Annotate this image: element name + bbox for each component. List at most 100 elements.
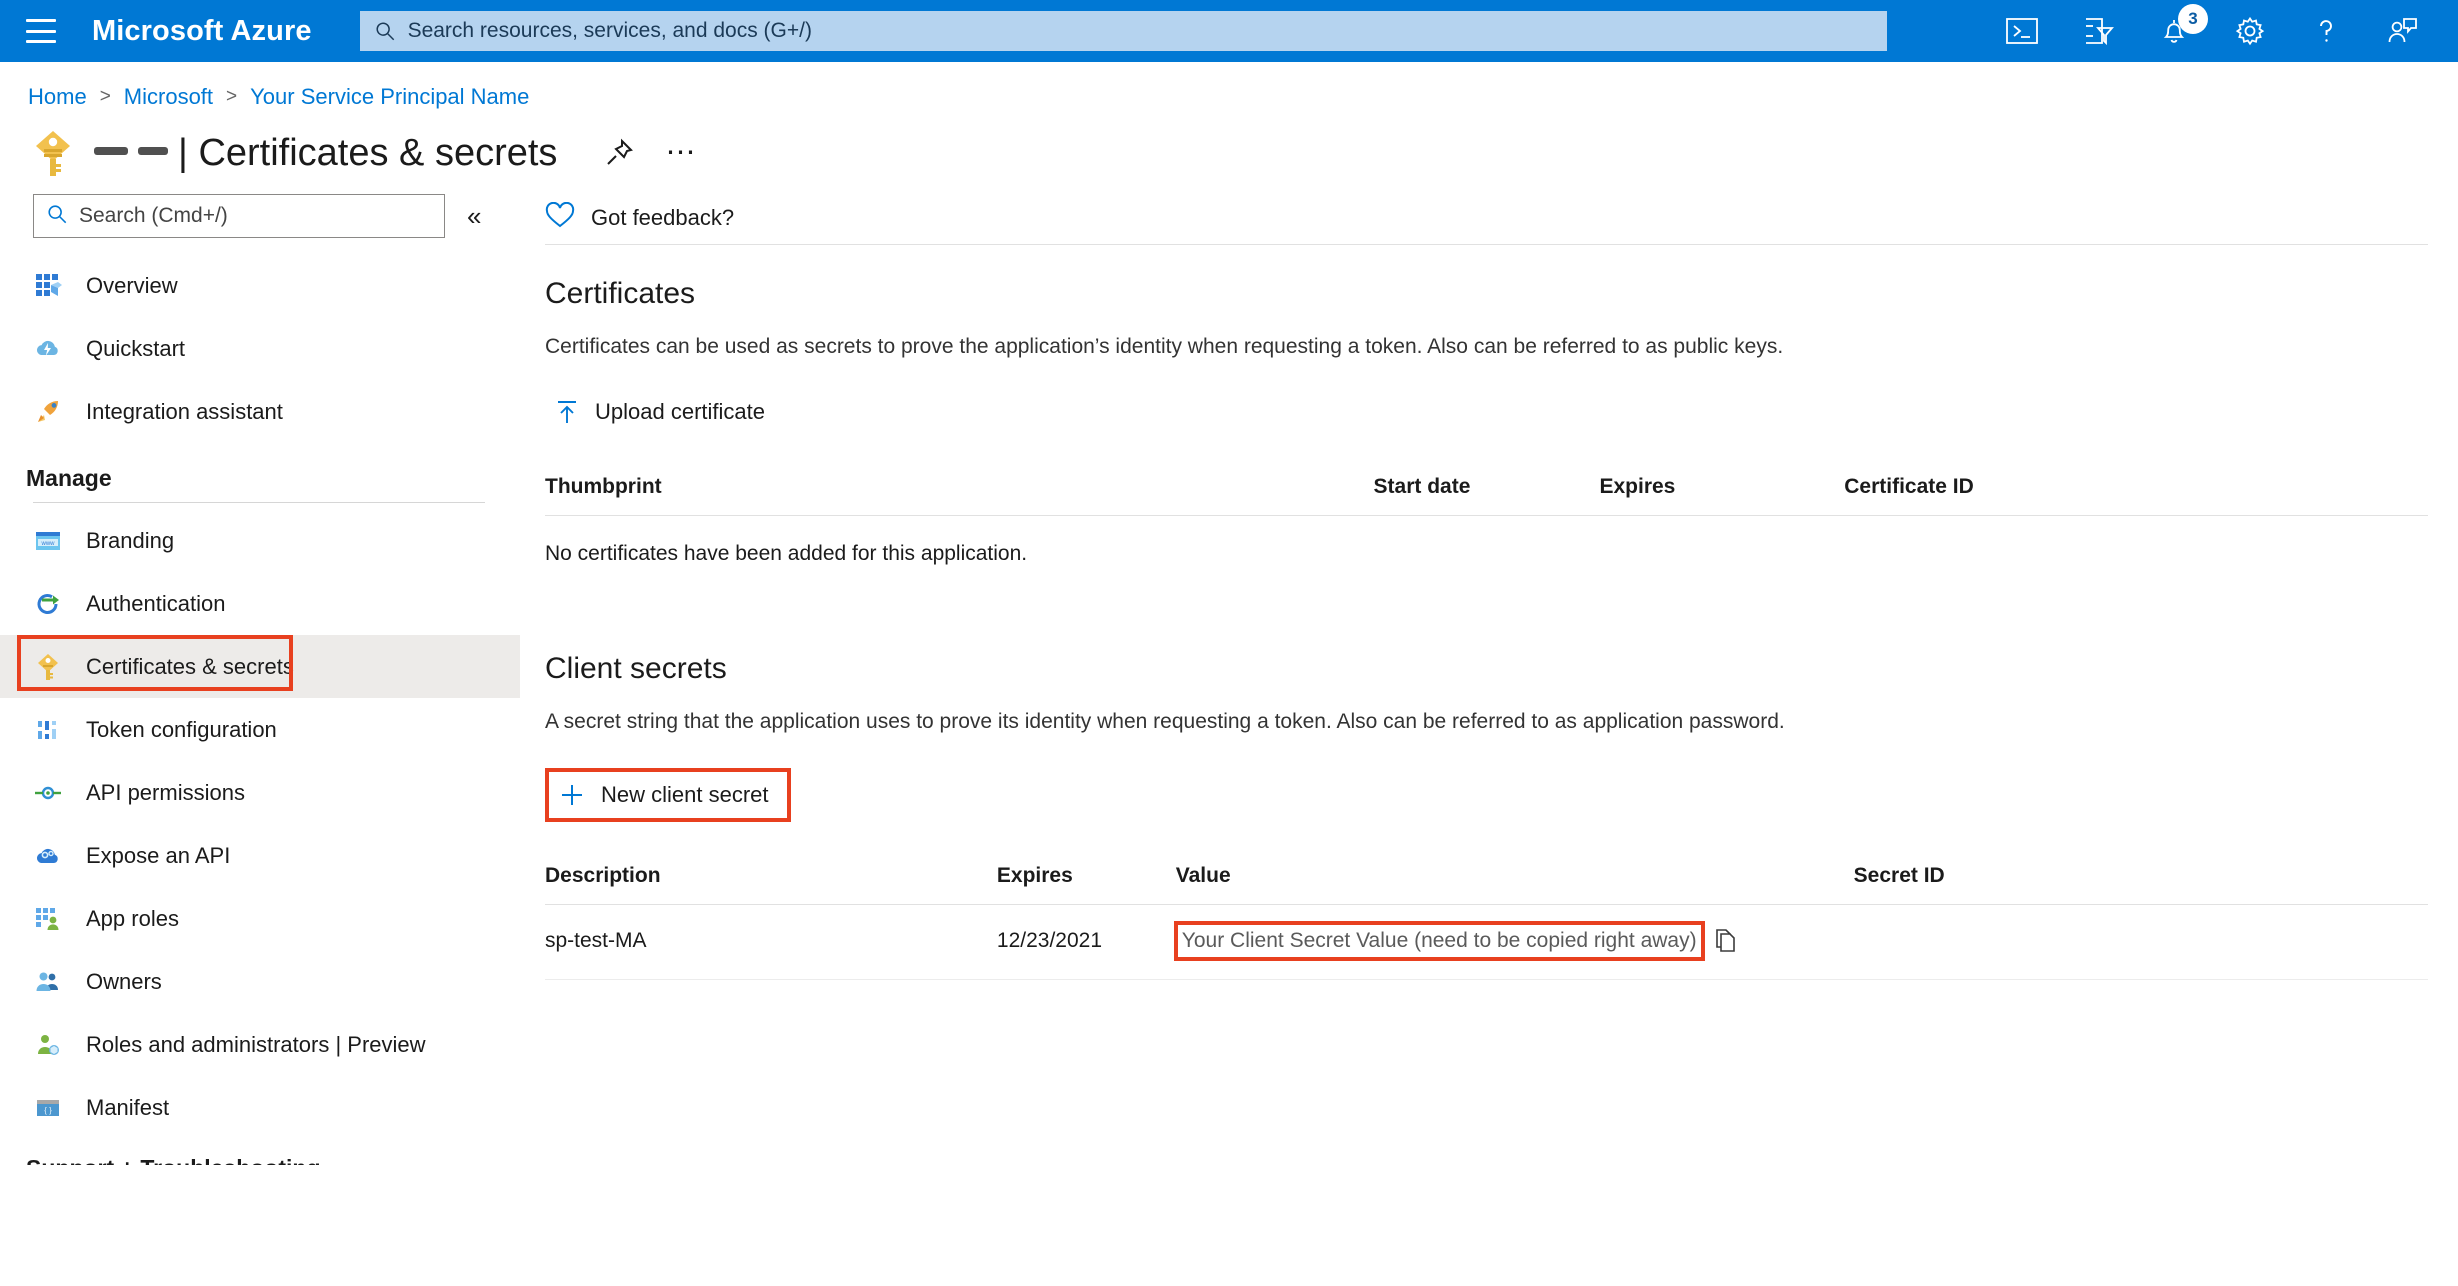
sidebar-item-label: API permissions <box>86 779 245 805</box>
manifest-braces-icon: { } <box>33 1093 63 1123</box>
search-icon <box>46 203 68 230</box>
hamburger-menu-icon[interactable] <box>26 19 56 43</box>
certificates-table-header-row: Thumbprint Start date Expires Certificat… <box>545 461 2428 516</box>
search-icon <box>374 20 396 42</box>
client-secret-id <box>1853 904 2428 980</box>
certificates-empty-message: No certificates have been added for this… <box>545 542 1028 565</box>
client-secrets-table-header-row: Description Expires Value Secret ID <box>545 850 2428 905</box>
pin-icon[interactable] <box>597 131 641 175</box>
client-secrets-description: A secret string that the application use… <box>545 710 1785 733</box>
rocket-icon <box>33 397 63 427</box>
client-secrets-column-value: Value <box>1175 850 1854 905</box>
sidebar-item-label: Owners <box>86 968 162 994</box>
global-header-actions: 3 <box>1984 0 2440 62</box>
resource-menu-search-placeholder: Search (Cmd+/) <box>79 204 228 227</box>
notification-count-badge: 3 <box>2178 4 2208 34</box>
page-title-actions: ⋯ <box>597 131 703 175</box>
sidebar-item-overview[interactable]: Overview <box>0 254 520 317</box>
sidebar-item-certificates-and-secrets[interactable]: Certificates & secrets <box>0 635 520 698</box>
sidebar-item-label: Roles and administrators | Preview <box>86 1031 426 1057</box>
sidebar-item-label: Integration assistant <box>86 398 283 424</box>
resource-menu: Search (Cmd+/) « Overview Quickstart Int… <box>0 176 520 1165</box>
page-title-separator: | <box>178 131 188 174</box>
azure-brand-title[interactable]: Microsoft Azure <box>92 15 312 48</box>
resource-menu-top-items: Overview Quickstart Integration assistan… <box>0 254 520 443</box>
roles-admin-icon <box>33 1030 63 1060</box>
ellipsis-icon[interactable]: ⋯ <box>659 131 703 175</box>
sidebar-item-app-roles[interactable]: App roles <box>0 887 520 950</box>
sidebar-item-api-permissions[interactable]: API permissions <box>0 761 520 824</box>
upload-certificate-button[interactable]: Upload certificate <box>545 389 779 435</box>
token-bars-icon <box>33 715 63 745</box>
copy-icon[interactable] <box>1713 927 1739 955</box>
breadcrumb-item-service-principal[interactable]: Your Service Principal Name <box>250 84 529 110</box>
sidebar-item-roles-and-administrators[interactable]: Roles and administrators | Preview <box>0 1013 520 1076</box>
page-title-row: | Certificates & secrets ⋯ <box>0 110 2458 176</box>
sidebar-group-support: Support + Troubleshooting <box>0 1139 520 1165</box>
certificates-column-expires: Expires <box>1599 461 1845 516</box>
resource-menu-search-row: Search (Cmd+/) « <box>0 194 520 238</box>
svg-text:www: www <box>41 541 56 547</box>
sidebar-item-owners[interactable]: Owners <box>0 950 520 1013</box>
branding-browser-icon: www <box>33 526 63 556</box>
upload-certificate-label: Upload certificate <box>595 399 765 424</box>
sidebar-item-label: Branding <box>86 527 175 553</box>
certificates-heading: Certificates <box>545 277 696 310</box>
settings-gear-icon[interactable] <box>2212 0 2288 62</box>
client-secrets-column-description: Description <box>545 850 997 905</box>
page-title-text: Certificates & secrets <box>198 131 558 174</box>
sidebar-item-quickstart[interactable]: Quickstart <box>0 317 520 380</box>
sidebar-item-label: Overview <box>86 272 178 298</box>
sidebar-item-label: Token configuration <box>86 716 277 742</box>
client-secret-description: sp-test-MA <box>545 904 997 980</box>
app-roles-icon <box>33 904 63 934</box>
authentication-arrow-icon <box>33 589 63 619</box>
certificates-description: Certificates can be used as secrets to p… <box>545 335 1784 358</box>
sidebar-item-label: Manifest <box>86 1094 170 1120</box>
table-row: sp-test-MA 12/23/2021 Your Client Secret… <box>545 904 2428 980</box>
overview-grid-icon <box>33 271 63 301</box>
redacted-app-name <box>92 138 172 168</box>
page-title: | Certificates & secrets <box>178 132 557 175</box>
client-secret-value-wrapper: Your Client Secret Value (need to be cop… <box>1173 921 1854 961</box>
got-feedback-button[interactable]: Got feedback? <box>520 176 734 238</box>
global-search-input[interactable]: Search resources, services, and docs (G+… <box>359 11 1887 51</box>
main-content: Got feedback? Certificates Certificates … <box>520 176 2458 1165</box>
global-header: Microsoft Azure Search resources, servic… <box>0 0 2458 62</box>
breadcrumb-item-home[interactable]: Home <box>28 84 87 110</box>
client-secret-value-cell: Your Client Secret Value (need to be cop… <box>1173 904 1854 980</box>
cloud-shell-icon[interactable] <box>1984 0 2060 62</box>
plus-icon <box>559 782 585 808</box>
got-feedback-label: Got feedback? <box>591 205 735 230</box>
sidebar-item-token-configuration[interactable]: Token configuration <box>0 698 520 761</box>
collapse-menu-icon[interactable]: « <box>467 201 481 232</box>
key-icon <box>33 652 63 682</box>
client-secret-value[interactable]: Your Client Secret Value (need to be cop… <box>1173 921 1705 961</box>
client-secrets-heading: Client secrets <box>545 652 727 685</box>
sidebar-item-integration-assistant[interactable]: Integration assistant <box>0 380 520 443</box>
sidebar-item-branding[interactable]: www Branding <box>0 509 520 572</box>
help-question-icon[interactable] <box>2288 0 2364 62</box>
sidebar-item-authentication[interactable]: Authentication <box>0 572 520 635</box>
sidebar-item-expose-an-api[interactable]: Expose an API <box>0 824 520 887</box>
sidebar-divider <box>33 502 485 503</box>
certificates-column-certificate-id: Certificate ID <box>1844 461 2428 516</box>
resource-menu-search-input[interactable]: Search (Cmd+/) <box>33 194 445 238</box>
directories-filter-icon[interactable] <box>2060 0 2136 62</box>
person-feedback-icon[interactable] <box>2364 0 2440 62</box>
sidebar-item-label: Quickstart <box>86 335 186 361</box>
client-secrets-table: Description Expires Value Secret ID sp-t… <box>545 850 2428 980</box>
notifications-bell-icon[interactable]: 3 <box>2136 0 2212 62</box>
global-search-placeholder: Search resources, services, and docs (G+… <box>407 19 812 42</box>
sidebar-item-label: Authentication <box>86 590 226 616</box>
breadcrumb-item-microsoft[interactable]: Microsoft <box>124 84 213 110</box>
new-client-secret-label: New client secret <box>601 782 769 807</box>
owners-people-icon <box>33 967 63 997</box>
breadcrumb-separator: > <box>226 86 238 107</box>
breadcrumb-separator: > <box>99 86 111 107</box>
client-secret-expires: 12/23/2021 <box>996 904 1176 980</box>
new-client-secret-button[interactable]: New client secret <box>545 768 791 822</box>
client-secrets-column-secret-id: Secret ID <box>1853 850 2428 905</box>
sidebar-item-manifest[interactable]: { } Manifest <box>0 1076 520 1139</box>
sidebar-item-label: Certificates & secrets <box>86 653 294 679</box>
